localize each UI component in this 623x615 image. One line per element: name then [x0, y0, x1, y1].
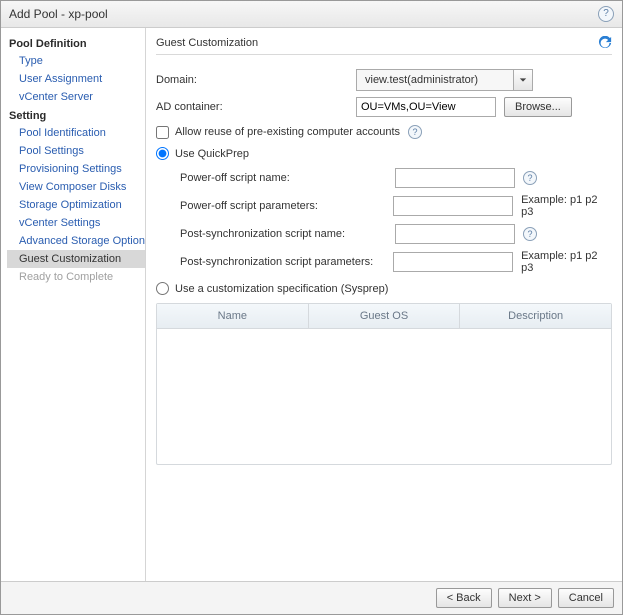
poweroff-params-input[interactable] [393, 196, 513, 216]
ad-container-label: AD container: [156, 101, 356, 113]
row-domain: Domain: view.test(administrator) [156, 69, 612, 91]
use-quickprep-label: Use QuickPrep [175, 148, 249, 160]
domain-value: view.test(administrator) [357, 74, 513, 86]
sidebar-item-vcenter-server[interactable]: vCenter Server [7, 88, 145, 106]
refresh-icon[interactable] [598, 36, 612, 50]
sidebar-item-advanced-storage-options[interactable]: Advanced Storage Options [7, 232, 145, 250]
poweroff-params-label: Power-off script parameters: [180, 200, 393, 212]
sidebar-item-type[interactable]: Type [7, 52, 145, 70]
use-quickprep-radio[interactable] [156, 147, 169, 160]
row-poweroff-params: Power-off script parameters: Example: p1… [180, 194, 612, 218]
sidebar-heading-pool-definition: Pool Definition [7, 34, 145, 52]
section-title: Guest Customization [156, 37, 258, 49]
help-icon[interactable]: ? [598, 6, 614, 22]
row-ad-container: AD container: Browse... [156, 97, 612, 117]
help-icon[interactable]: ? [523, 171, 537, 185]
col-description[interactable]: Description [460, 304, 611, 328]
sidebar-item-guest-customization[interactable]: Guest Customization [7, 250, 145, 268]
sidebar-item-ready-to-complete: Ready to Complete [7, 268, 145, 286]
guest-customization-form: Domain: view.test(administrator) AD cont… [156, 55, 612, 465]
domain-dropdown[interactable]: view.test(administrator) [356, 69, 533, 91]
sidebar-item-provisioning-settings[interactable]: Provisioning Settings [7, 160, 145, 178]
postsync-name-label: Post-synchronization script name: [180, 228, 395, 240]
sidebar-item-storage-optimization[interactable]: Storage Optimization [7, 196, 145, 214]
row-postsync-name: Post-synchronization script name: ? [180, 224, 612, 244]
postsync-params-example: Example: p1 p2 p3 [521, 250, 612, 274]
browse-button[interactable]: Browse... [504, 97, 572, 117]
row-use-sysprep: Use a customization specification (Syspr… [156, 282, 612, 295]
chevron-down-icon[interactable] [513, 70, 532, 90]
col-name[interactable]: Name [157, 304, 309, 328]
table-header: Name Guest OS Description [157, 304, 611, 329]
row-postsync-params: Post-synchronization script parameters: … [180, 250, 612, 274]
sidebar-item-pool-identification[interactable]: Pool Identification [7, 124, 145, 142]
table-body [157, 329, 611, 464]
ad-container-input[interactable] [356, 97, 496, 117]
sidebar-item-pool-settings[interactable]: Pool Settings [7, 142, 145, 160]
postsync-params-input[interactable] [393, 252, 513, 272]
row-allow-reuse: Allow reuse of pre-existing computer acc… [156, 125, 612, 139]
poweroff-params-example: Example: p1 p2 p3 [521, 194, 612, 218]
allow-reuse-label: Allow reuse of pre-existing computer acc… [175, 126, 400, 138]
window-title: Add Pool - xp-pool [9, 7, 108, 21]
help-icon[interactable]: ? [523, 227, 537, 241]
quickprep-block: Power-off script name: ? Power-off scrip… [156, 168, 612, 274]
content-pane: Guest Customization Domain: view.test(ad… [146, 28, 622, 581]
domain-label: Domain: [156, 74, 356, 86]
help-icon[interactable]: ? [408, 125, 422, 139]
use-sysprep-radio[interactable] [156, 282, 169, 295]
sysprep-table: Name Guest OS Description [156, 303, 612, 465]
poweroff-name-label: Power-off script name: [180, 172, 395, 184]
sidebar-item-vcenter-settings[interactable]: vCenter Settings [7, 214, 145, 232]
sidebar-item-user-assignment[interactable]: User Assignment [7, 70, 145, 88]
back-button[interactable]: < Back [436, 588, 492, 608]
section-header: Guest Customization [156, 34, 612, 55]
wizard-footer: < Back Next > Cancel [1, 581, 622, 614]
cancel-button[interactable]: Cancel [558, 588, 614, 608]
postsync-params-label: Post-synchronization script parameters: [180, 256, 393, 268]
allow-reuse-checkbox[interactable] [156, 126, 169, 139]
next-button[interactable]: Next > [498, 588, 552, 608]
sidebar-item-view-composer-disks[interactable]: View Composer Disks [7, 178, 145, 196]
titlebar: Add Pool - xp-pool ? [1, 1, 622, 28]
wizard-sidebar: Pool Definition Type User Assignment vCe… [1, 28, 146, 581]
row-poweroff-name: Power-off script name: ? [180, 168, 612, 188]
use-sysprep-label: Use a customization specification (Syspr… [175, 283, 388, 295]
poweroff-name-input[interactable] [395, 168, 515, 188]
postsync-name-input[interactable] [395, 224, 515, 244]
row-use-quickprep: Use QuickPrep [156, 147, 612, 160]
main: Pool Definition Type User Assignment vCe… [1, 28, 622, 581]
col-guest-os[interactable]: Guest OS [309, 304, 461, 328]
sidebar-heading-setting: Setting [7, 106, 145, 124]
